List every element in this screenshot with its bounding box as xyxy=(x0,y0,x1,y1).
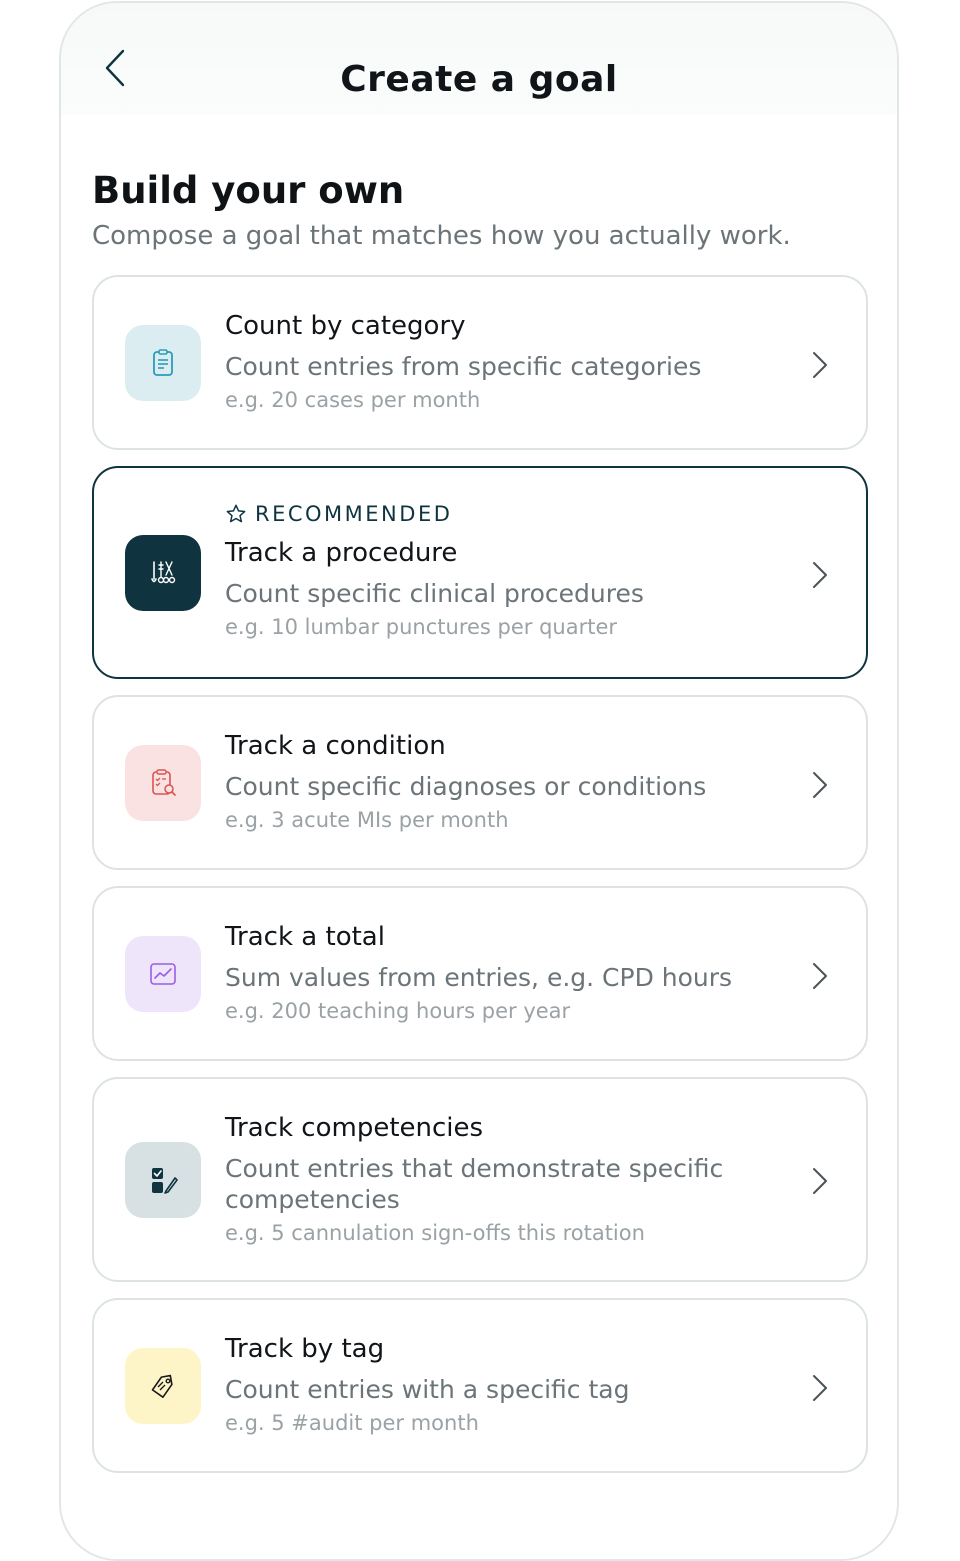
section-subtitle: Compose a goal that matches how you actu… xyxy=(92,221,791,251)
card-icon-box xyxy=(125,745,201,821)
card-description: Count entries that demonstrate specific … xyxy=(225,1154,724,1214)
goal-card-track-total[interactable]: Track a total Sum values from entries, e… xyxy=(92,886,868,1061)
card-icon-box xyxy=(125,1348,201,1424)
goal-card-track-competencies[interactable]: Track competencies Count entries that de… xyxy=(92,1077,868,1282)
card-description: Count entries from specific categories xyxy=(225,352,702,381)
card-description: Count entries with a specific tag xyxy=(225,1375,630,1404)
card-example: e.g. 20 cases per month xyxy=(225,388,481,412)
section-title: Build your own xyxy=(92,169,405,212)
line-chart-icon xyxy=(150,963,176,985)
card-description: Count specific clinical procedures xyxy=(225,579,644,608)
card-example: e.g. 3 acute MIs per month xyxy=(225,808,509,832)
goal-card-track-condition[interactable]: Track a condition Count specific diagnos… xyxy=(92,695,868,870)
card-title: Track a procedure xyxy=(225,538,458,568)
star-icon xyxy=(226,504,246,523)
goal-card-track-procedure[interactable]: RECOMMENDED Track a procedure Count spec… xyxy=(92,466,868,679)
card-description: Count specific diagnoses or conditions xyxy=(225,772,707,801)
card-icon-box xyxy=(125,325,201,401)
card-icon-box xyxy=(125,1142,201,1218)
card-description: Sum values from entries, e.g. CPD hours xyxy=(225,963,733,992)
clipboard-list-icon xyxy=(153,349,173,376)
card-title: Track competencies xyxy=(225,1113,484,1143)
chevron-right-icon xyxy=(813,963,827,989)
card-title: Track by tag xyxy=(225,1334,385,1364)
card-title: Count by category xyxy=(225,311,466,341)
goal-card-track-by-tag[interactable]: Track by tag Count entries with a specif… xyxy=(92,1298,868,1473)
chevron-right-icon xyxy=(813,1375,827,1401)
chevron-right-icon xyxy=(813,352,827,378)
chevron-right-icon xyxy=(813,562,827,588)
tag-icon xyxy=(151,1374,173,1398)
phone-frame: Create a goal Build your own Compose a g… xyxy=(59,1,899,1561)
card-icon-box xyxy=(125,936,201,1012)
card-title: Track a condition xyxy=(225,731,446,761)
card-example: e.g. 5 cannulation sign-offs this rotati… xyxy=(225,1221,645,1245)
card-example: e.g. 200 teaching hours per year xyxy=(225,999,571,1023)
top-bar: Create a goal xyxy=(61,3,897,115)
chevron-right-icon xyxy=(813,1168,827,1194)
card-title: Track a total xyxy=(225,922,385,952)
page-title: Create a goal xyxy=(340,59,618,100)
recommended-badge: RECOMMENDED xyxy=(225,502,796,526)
chevron-right-icon xyxy=(813,772,827,798)
goal-card-count-by-category[interactable]: Count by category Count entries from spe… xyxy=(92,275,868,450)
surgical-tools-icon xyxy=(151,561,176,584)
clipboard-search-icon xyxy=(152,769,176,796)
checklist-edit-icon xyxy=(152,1168,178,1194)
card-example: e.g. 10 lumbar punctures per quarter xyxy=(225,615,618,639)
card-example: e.g. 5 #audit per month xyxy=(225,1411,479,1435)
card-icon-box xyxy=(125,535,201,611)
recommended-label: RECOMMENDED xyxy=(255,502,453,526)
